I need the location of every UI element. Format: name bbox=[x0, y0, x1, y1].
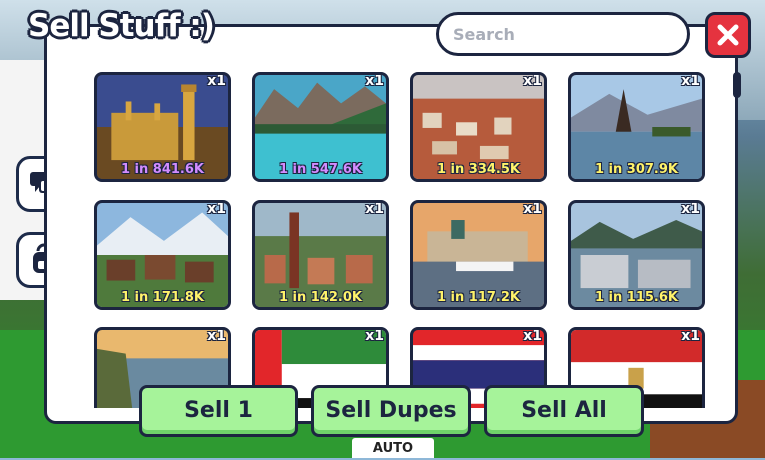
sell-dupes-button[interactable]: Sell Dupes bbox=[311, 385, 471, 437]
auto-label[interactable]: AUTO bbox=[352, 438, 434, 458]
item-count: x1 bbox=[207, 73, 226, 89]
item-count: x1 bbox=[207, 328, 226, 344]
item-count: x1 bbox=[681, 201, 700, 217]
item-card[interactable]: x1 1 in 334.5K bbox=[410, 72, 547, 182]
item-count: x1 bbox=[365, 328, 384, 344]
item-rarity: 1 in 547.6K bbox=[278, 162, 362, 177]
item-rarity: 1 in 142.0K bbox=[278, 290, 362, 305]
item-rarity: 1 in 171.8K bbox=[120, 290, 204, 305]
item-card[interactable]: x1 1 in 307.9K bbox=[568, 72, 705, 182]
close-button[interactable] bbox=[705, 12, 751, 58]
item-count: x1 bbox=[681, 73, 700, 89]
item-card[interactable]: x1 1 in 841.6K bbox=[94, 72, 231, 182]
close-icon bbox=[717, 24, 739, 46]
item-rarity: 1 in 117.2K bbox=[436, 290, 520, 305]
sell-all-button[interactable]: Sell All bbox=[484, 385, 644, 437]
item-count: x1 bbox=[523, 201, 542, 217]
items-grid: x1 1 in 841.6K x1 1 in 547.6K x1 1 in 33… bbox=[94, 72, 714, 408]
scrollbar-thumb[interactable] bbox=[733, 72, 741, 98]
sell-one-button[interactable]: Sell 1 bbox=[139, 385, 298, 437]
item-count: x1 bbox=[365, 73, 384, 89]
item-rarity: 1 in 841.6K bbox=[120, 162, 204, 177]
panel-title: Sell Stuff :) bbox=[28, 8, 215, 44]
item-card[interactable]: x1 1 in 115.6K bbox=[568, 200, 705, 310]
item-card[interactable]: x1 1 in 171.8K bbox=[94, 200, 231, 310]
item-rarity: 1 in 115.6K bbox=[594, 290, 678, 305]
item-count: x1 bbox=[365, 201, 384, 217]
item-count: x1 bbox=[207, 201, 226, 217]
item-card[interactable]: x1 1 in 117.2K bbox=[410, 200, 547, 310]
item-count: x1 bbox=[523, 328, 542, 344]
search-input[interactable] bbox=[436, 12, 690, 56]
item-rarity: 1 in 307.9K bbox=[594, 162, 678, 177]
item-rarity: 1 in 334.5K bbox=[436, 162, 520, 177]
item-count: x1 bbox=[681, 328, 700, 344]
item-count: x1 bbox=[523, 73, 542, 89]
item-card[interactable]: x1 1 in 142.0K bbox=[252, 200, 389, 310]
item-card[interactable]: x1 1 in 547.6K bbox=[252, 72, 389, 182]
